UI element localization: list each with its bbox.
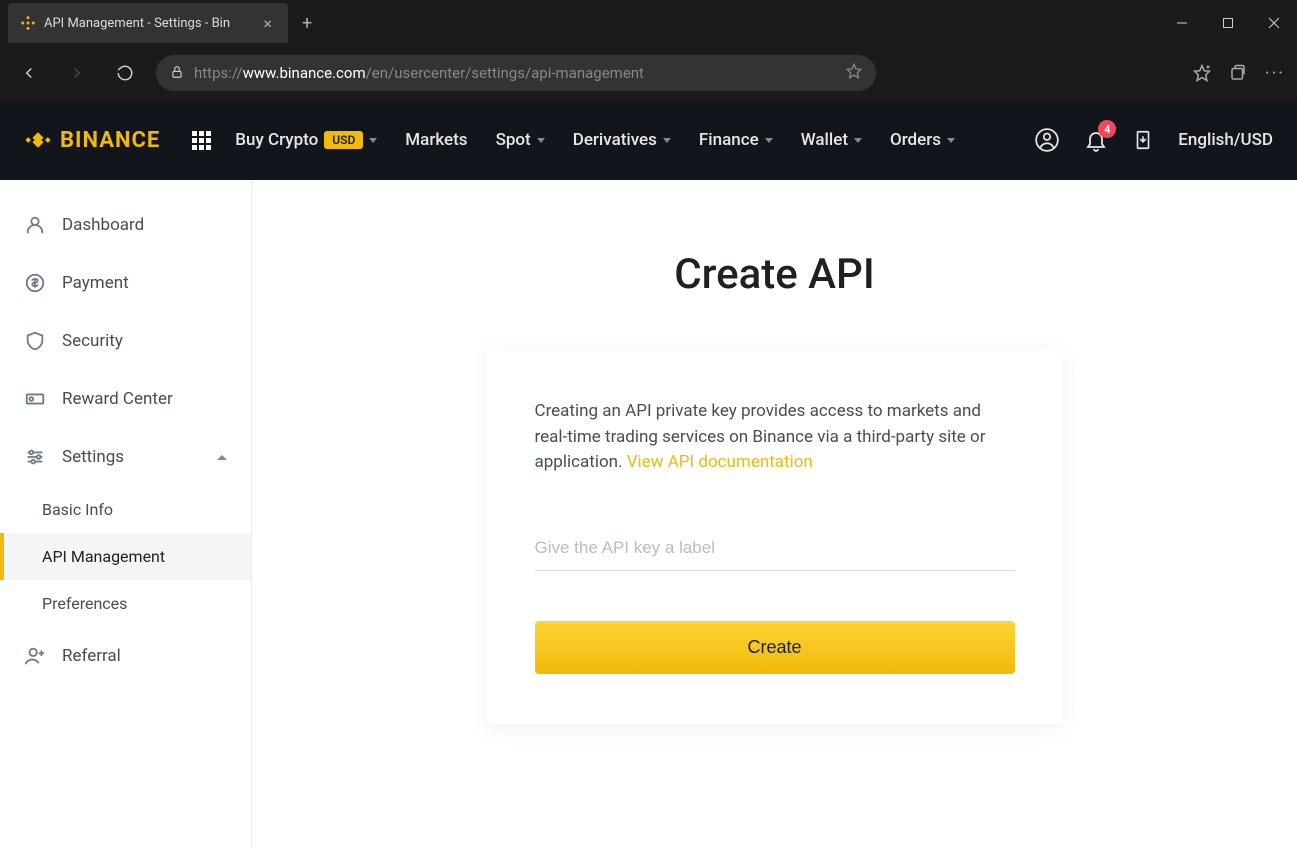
binance-logo-icon [24,126,52,154]
chevron-down-icon [765,138,773,143]
nav-label: Finance [699,130,759,150]
collections-icon[interactable] [1229,64,1247,82]
chevron-up-icon [217,455,227,460]
binance-favicon-icon [20,15,36,31]
chevron-down-icon [663,138,671,143]
nav-wallet[interactable]: Wallet [801,130,862,150]
maximize-button[interactable] [1205,3,1251,43]
nav-label: Spot [496,130,531,150]
toolbar-icons: ··· [1193,63,1285,84]
nav-buy-crypto[interactable]: Buy Crypto USD [235,130,377,150]
notif-badge: 4 [1098,120,1116,138]
chevron-down-icon [537,138,545,143]
user-plus-icon [24,645,46,667]
ticket-icon [24,388,46,410]
sidebar-item-referral[interactable]: Referral [0,627,251,685]
nav-label: Markets [405,130,467,150]
tab-bar: API Management - Settings - Bin × + [0,0,1297,46]
nav-label: Orders [890,130,941,150]
lock-icon [170,64,184,83]
nav-finance[interactable]: Finance [699,130,773,150]
favorites-icon[interactable] [1193,64,1211,82]
sidebar-sub-preferences[interactable]: Preferences [0,580,251,627]
sidebar-label: Security [62,331,123,351]
sidebar-item-payment[interactable]: Payment [0,254,251,312]
card-description: Creating an API private key provides acc… [535,399,1015,476]
language-currency[interactable]: English/USD [1178,130,1273,150]
nav-derivatives[interactable]: Derivatives [573,130,671,150]
sidebar-label: Settings [62,447,124,467]
sidebar-label: Payment [62,273,129,293]
api-label-input[interactable] [535,526,1015,571]
sidebar-item-settings[interactable]: Settings [0,428,251,486]
nav-label: Derivatives [573,130,657,150]
forward-button[interactable] [60,56,94,90]
back-button[interactable] [12,56,46,90]
main-area: Dashboard Payment Security Reward Center… [0,180,1297,848]
sidebar-sub-basic-info[interactable]: Basic Info [0,486,251,533]
content: Create API Creating an API private key p… [252,180,1297,848]
tab-title: API Management - Settings - Bin [44,16,251,31]
download-icon[interactable] [1132,129,1154,151]
sidebar-label: Dashboard [62,215,144,235]
sliders-icon [24,446,46,468]
favorite-star-icon[interactable] [846,63,862,83]
sidebar-item-security[interactable]: Security [0,312,251,370]
dollar-icon [24,272,46,294]
more-icon[interactable]: ··· [1265,63,1285,84]
new-tab-button[interactable]: + [288,5,326,42]
url-text: https://www.binance.com/en/usercenter/se… [194,64,644,82]
page-title: Create API [674,250,874,299]
create-button[interactable]: Create [535,621,1015,674]
close-window-button[interactable] [1251,3,1297,43]
close-tab-icon[interactable]: × [259,12,276,35]
sidebar: Dashboard Payment Security Reward Center… [0,180,252,848]
sidebar-item-dashboard[interactable]: Dashboard [0,196,251,254]
url-box[interactable]: https://www.binance.com/en/usercenter/se… [156,55,876,91]
sidebar-item-reward-center[interactable]: Reward Center [0,370,251,428]
refresh-button[interactable] [108,56,142,90]
chevron-down-icon [854,138,862,143]
view-api-docs-link[interactable]: View API documentation [627,452,813,472]
shield-icon [24,330,46,352]
account-icon[interactable] [1034,127,1060,153]
header-right: 4 English/USD [1034,127,1273,153]
nav-spot[interactable]: Spot [496,130,545,150]
window-controls [1159,3,1297,43]
nav-orders[interactable]: Orders [890,130,955,150]
sidebar-sub-api-management[interactable]: API Management [0,533,251,580]
chevron-down-icon [947,138,955,143]
brand-text: BINANCE [60,128,160,153]
notifications-icon[interactable]: 4 [1084,128,1108,152]
minimize-button[interactable] [1159,3,1205,43]
binance-logo[interactable]: BINANCE [24,126,160,154]
nav-label: Wallet [801,130,848,150]
create-api-card: Creating an API private key provides acc… [487,349,1063,724]
apps-grid-icon[interactable] [192,131,211,150]
user-icon [24,214,46,236]
sidebar-label: Reward Center [62,389,173,409]
nav-markets[interactable]: Markets [405,130,467,150]
nav-label: Buy Crypto [235,130,318,150]
usd-badge: USD [324,131,363,149]
sidebar-label: Referral [62,646,121,666]
address-bar: https://www.binance.com/en/usercenter/se… [0,46,1297,100]
browser-tab[interactable]: API Management - Settings - Bin × [8,3,288,43]
nav-links: Buy Crypto USD Markets Spot Derivatives … [235,130,955,150]
site-header: BINANCE Buy Crypto USD Markets Spot Deri… [0,100,1297,180]
chevron-down-icon [369,138,377,143]
browser-chrome: API Management - Settings - Bin × + http… [0,0,1297,100]
